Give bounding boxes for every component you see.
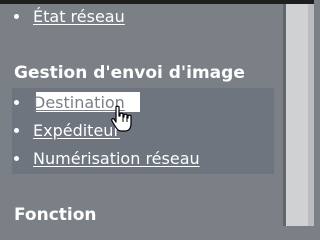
- bullet-icon: [14, 99, 19, 105]
- nav-item-destination[interactable]: Destination: [14, 91, 125, 113]
- nav-item-expediteur[interactable]: Expéditeur: [14, 119, 120, 141]
- scrollbar-edge: [308, 4, 314, 226]
- section-heading-gestion-envoi-image: Gestion d'envoi d'image: [14, 63, 245, 83]
- bullet-icon: [14, 155, 19, 161]
- bullet-icon: [14, 127, 19, 133]
- bullet-icon: [14, 13, 19, 19]
- hand-pointer-icon: [111, 105, 132, 132]
- nav-item-etat-reseau[interactable]: État réseau: [14, 5, 125, 27]
- nav-item-label[interactable]: Numérisation réseau: [33, 149, 200, 168]
- nav-item-label[interactable]: Expéditeur: [33, 121, 120, 140]
- section-heading-fonction: Fonction: [14, 205, 97, 225]
- nav-item-numerisation-reseau[interactable]: Numérisation réseau: [14, 147, 200, 169]
- nav-item-label[interactable]: État réseau: [33, 7, 125, 26]
- web-config-page: État réseau Gestion d'envoi d'image Dest…: [0, 0, 314, 226]
